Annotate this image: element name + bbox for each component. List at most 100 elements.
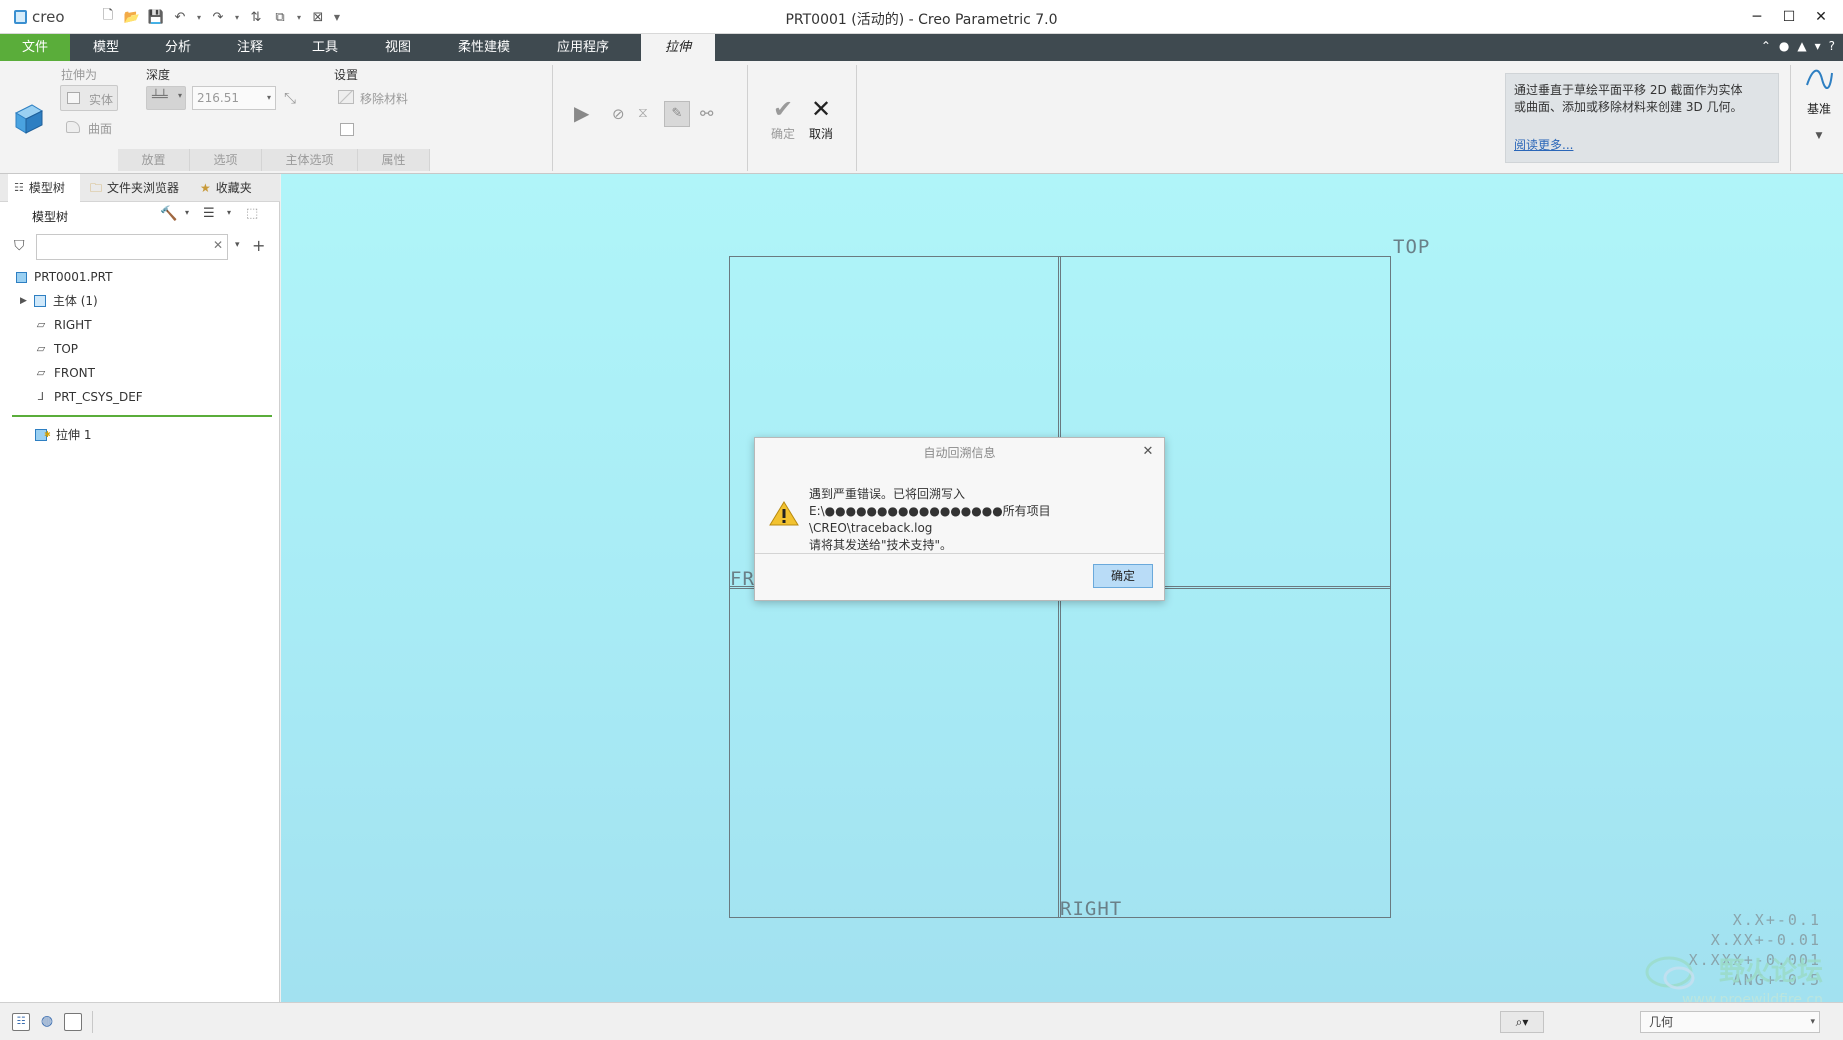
dialog-title: 自动回溯信息 — [923, 446, 996, 460]
minimize-ribbon-icon[interactable]: ⌃ — [1761, 39, 1771, 53]
close-icon[interactable]: ✕ — [1807, 6, 1835, 28]
watermark-logo-icon — [1645, 956, 1695, 990]
title-bar: creo 🗋 📂 💾 ↶ ▾ ↷ ▾ ⇅ ⧉ ▾ ⊠ ▼ PRT0001 (活动… — [0, 0, 1843, 34]
maximize-icon[interactable]: ☐ — [1775, 6, 1803, 28]
model-tree-header: 模型树 🔨 ▾ ☰ ▾ ⬚ — [0, 202, 280, 230]
ribbon-extrude: 拉伸为 实体 曲面 深度 ╧╧ ▾ 216.51 ▾ ⤡ 设置 移除材料 放置 … — [0, 61, 1843, 174]
no-preview-icon[interactable]: ⧖ — [638, 105, 648, 121]
tree-settings-dropdown-icon[interactable]: ▾ — [185, 208, 189, 217]
pause-icon[interactable]: ⊘ — [612, 105, 625, 123]
model-tree-title: 模型树 — [32, 210, 69, 224]
body-icon — [33, 295, 47, 307]
dialog-close-icon[interactable]: ✕ — [1140, 444, 1156, 460]
find-binoculars-icon[interactable]: ⌕▾ — [1500, 1011, 1544, 1033]
plane-label-right[interactable]: RIGHT — [1060, 898, 1122, 920]
read-more-link[interactable]: 阅读更多... — [1514, 137, 1573, 154]
datum-dropdown-icon[interactable]: ▼ — [1798, 131, 1840, 141]
navigator-tabs: ☷ 模型树 🗀 文件夹浏览器 ★ 收藏夹 — [0, 174, 280, 202]
depth-value-input[interactable]: 216.51 ▾ — [192, 86, 276, 110]
favorites-folder-icon: ★ — [200, 181, 211, 195]
depth-label: 深度 — [146, 68, 171, 82]
ribbon-tab-bar: 文件 模型 分析 注释 工具 视图 柔性建模 应用程序 拉伸 ⌃ ● ▲ ▾ ? — [0, 34, 1843, 61]
group-options[interactable]: 选项 — [190, 149, 262, 171]
status-bar: ☷ ◍ ⌕▾ 几何 ▾ — [0, 1002, 1843, 1040]
tree-item-front-plane[interactable]: ▱ FRONT — [34, 362, 95, 384]
tab-file[interactable]: 文件 — [0, 34, 70, 61]
search-options-dropdown-icon[interactable]: ▾ — [235, 240, 240, 250]
flip-direction-icon[interactable]: ⤡ — [284, 89, 296, 107]
warning-icon — [769, 501, 799, 526]
help-dropdown-icon[interactable]: ▾ — [1815, 39, 1821, 53]
expand-arrow-icon[interactable]: ▶ — [20, 290, 27, 312]
filter-funnel-icon[interactable]: ⛉ — [14, 238, 25, 254]
play-preview-icon[interactable]: ▶ — [574, 101, 589, 125]
verify-glasses-icon[interactable]: ⚯ — [700, 104, 713, 123]
tab-analysis[interactable]: 分析 — [142, 34, 214, 61]
checkmark-icon: ✔ — [772, 95, 794, 123]
group-placement[interactable]: 放置 — [118, 149, 190, 171]
tab-favorites[interactable]: ★ 收藏夹 — [196, 174, 276, 202]
tab-tools[interactable]: 工具 — [286, 34, 364, 61]
thicken-checkbox[interactable] — [340, 123, 354, 136]
tab-model[interactable]: 模型 — [70, 34, 142, 61]
group-body-options[interactable]: 主体选项 — [262, 149, 358, 171]
browser-icon[interactable]: ◍ — [38, 1013, 56, 1031]
show-columns-icon[interactable]: ☰ — [203, 206, 215, 221]
feature-help-box: 通过垂直于草绘平面平移 2D 截面作为实体 或曲面、添加或移除材料来创建 3D … — [1505, 73, 1779, 163]
tree-item-top-plane[interactable]: ▱ TOP — [34, 338, 78, 360]
datum-plane-icon: ▱ — [36, 318, 46, 331]
group-properties[interactable]: 属性 — [358, 149, 430, 171]
plane-label-front[interactable]: FR — [730, 568, 755, 590]
tree-filter-icon[interactable]: ⬚ — [246, 206, 258, 221]
insert-here-indicator[interactable] — [12, 415, 272, 417]
plane-label-top[interactable]: TOP — [1393, 236, 1430, 258]
dialog-ok-button[interactable]: 确定 — [1093, 564, 1153, 588]
depth-type-button[interactable]: ╧╧ ▾ — [146, 86, 186, 110]
tree-item-right-plane[interactable]: ▱ RIGHT — [34, 314, 92, 336]
extrude-feature-icon — [14, 104, 44, 134]
surface-button[interactable]: 曲面 — [60, 117, 130, 139]
learning-icon[interactable]: ▲ — [1797, 39, 1806, 53]
blind-depth-icon: ╧╧ — [152, 90, 168, 105]
tree-item-body[interactable]: ▶ 主体 (1) — [20, 290, 98, 312]
community-icon[interactable]: ● — [1779, 39, 1789, 53]
help-icon[interactable]: ? — [1829, 39, 1835, 53]
datum-plane-icon: ▱ — [36, 366, 46, 379]
tab-applications[interactable]: 应用程序 — [536, 34, 630, 61]
tree-search-input[interactable]: ✕ — [36, 234, 228, 260]
remove-material-button[interactable]: 移除材料 — [336, 87, 436, 109]
ribbon-separator — [1790, 65, 1791, 171]
geometry-preview-icon[interactable]: ✎ — [664, 101, 690, 127]
full-screen-icon[interactable] — [64, 1013, 82, 1031]
tab-folder-browser[interactable]: 🗀 文件夹浏览器 — [86, 174, 190, 202]
tab-view[interactable]: 视图 — [364, 34, 432, 61]
minimize-icon[interactable]: ─ — [1743, 6, 1771, 28]
clear-search-icon[interactable]: ✕ — [213, 238, 223, 252]
tree-settings-icon[interactable]: 🔨 — [160, 206, 177, 222]
extrude-feature-icon: ✱ — [34, 429, 51, 441]
selection-filter-select[interactable]: 几何 ▾ — [1640, 1011, 1820, 1033]
window-title: PRT0001 (活动的) - Creo Parametric 7.0 — [785, 12, 1058, 28]
solid-icon — [67, 92, 80, 104]
window-controls: ─ ☐ ✕ — [1743, 6, 1835, 28]
depth-type-dropdown-icon: ▾ — [177, 91, 182, 100]
tab-annotate[interactable]: 注释 — [214, 34, 286, 61]
tab-model-tree[interactable]: ☷ 模型树 — [8, 174, 80, 202]
tab-flexible-modeling[interactable]: 柔性建模 — [432, 34, 536, 61]
tree-item-extrude[interactable]: ✱ 拉伸 1 — [34, 424, 91, 446]
tree-item-csys[interactable]: ⅃ PRT_CSYS_DEF — [34, 386, 143, 408]
solid-button[interactable]: 实体 — [60, 85, 118, 111]
surface-icon — [66, 121, 80, 133]
depth-value-dropdown-icon[interactable]: ▾ — [267, 87, 271, 109]
tree-item-part[interactable]: PRT0001.PRT — [14, 266, 112, 288]
show-dropdown-icon[interactable]: ▾ — [227, 208, 231, 217]
datum-button[interactable]: 基准 ▼ — [1798, 61, 1840, 171]
tab-extrude[interactable]: 拉伸 — [641, 34, 715, 61]
model-tree-icon: ☷ — [14, 181, 24, 194]
remove-material-icon — [338, 90, 354, 104]
ribbon-separator — [747, 65, 748, 171]
cancel-button[interactable]: ✕ 取消 — [803, 95, 839, 145]
confirm-button[interactable]: ✔ 确定 — [765, 95, 801, 145]
add-filter-icon[interactable]: + — [252, 236, 265, 255]
toggle-navigator-icon[interactable]: ☷ — [12, 1013, 30, 1031]
